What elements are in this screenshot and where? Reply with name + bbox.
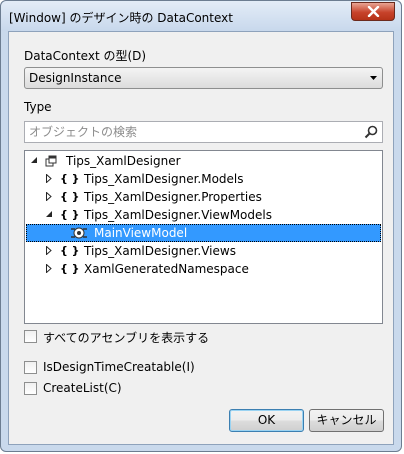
chevron-down-icon [370, 76, 377, 80]
tree-item-tips-xamldesigner[interactable]: Tips_XamlDesigner [26, 152, 381, 170]
close-button[interactable] [351, 2, 395, 21]
object-search-input[interactable] [27, 123, 359, 141]
tree-item-label: XamlGeneratedNamespace [84, 262, 249, 276]
tree-item-label: Tips_XamlDesigner.ViewModels [84, 208, 272, 222]
tree-item-label: Tips_XamlDesigner.Views [84, 244, 236, 258]
tree-item-models[interactable]: { } Tips_XamlDesigner.Models [26, 170, 381, 188]
title-bar[interactable]: [Window] のデザイン時の DataContext [1, 1, 401, 31]
type-tree[interactable]: Tips_XamlDesigner { } Tips_XamlDesigner.… [24, 150, 383, 324]
is-design-time-creatable-checkbox[interactable] [24, 361, 37, 374]
expanded-triangle-icon[interactable] [31, 157, 38, 164]
show-all-assemblies-checkbox[interactable] [24, 330, 37, 343]
dialog-content: DataContext の型(D) DesignInstance Type オブ… [8, 31, 394, 445]
collapsed-triangle-icon[interactable] [46, 246, 52, 255]
create-list-label[interactable]: CreateList(C) [43, 381, 122, 395]
object-search-box [24, 121, 383, 143]
show-all-assemblies-label[interactable]: すべてのアセンブリを表示する [43, 329, 209, 346]
datacontext-type-value: DesignInstance [29, 71, 122, 85]
datacontext-type-dropdown[interactable]: DesignInstance [24, 67, 383, 89]
namespace-braces-icon: { } [60, 190, 80, 203]
ok-button[interactable]: OK [229, 409, 304, 432]
tree-item-label: Tips_XamlDesigner [66, 154, 181, 168]
datacontext-type-label: DataContext の型(D) [24, 49, 147, 63]
namespace-braces-icon: { } [60, 208, 80, 221]
collapsed-triangle-icon[interactable] [46, 174, 52, 183]
namespace-braces-icon: { } [60, 262, 80, 275]
create-list-checkbox[interactable] [24, 382, 37, 395]
search-icon[interactable] [364, 125, 378, 139]
tree-item-label: MainViewModel [94, 226, 188, 240]
namespace-root-icon [45, 155, 57, 167]
collapsed-triangle-icon[interactable] [46, 264, 52, 273]
dialog-window: [Window] のデザイン時の DataContext DataContext… [0, 0, 402, 452]
window-title: [Window] のデザイン時の DataContext [9, 11, 233, 25]
expanded-triangle-icon[interactable] [46, 211, 53, 218]
cancel-button[interactable]: キャンセル [309, 409, 384, 432]
type-label: Type [24, 100, 52, 114]
tree-item-label: Tips_XamlDesigner.Models [84, 172, 244, 186]
tree-item-viewmodels[interactable]: { } Tips_XamlDesigner.ViewModels [26, 206, 381, 224]
namespace-braces-icon: { } [60, 172, 80, 185]
tree-item-mainviewmodel[interactable]: MainViewModel [26, 224, 381, 242]
tree-item-properties[interactable]: { } Tips_XamlDesigner.Properties [26, 188, 381, 206]
tree-item-views[interactable]: { } Tips_XamlDesigner.Views [26, 242, 381, 260]
tree-item-label: Tips_XamlDesigner.Properties [84, 190, 262, 204]
namespace-braces-icon: { } [60, 244, 80, 257]
tree-item-xamlgeneratednamespace[interactable]: { } XamlGeneratedNamespace [26, 260, 381, 278]
close-icon [367, 6, 380, 17]
collapsed-triangle-icon[interactable] [46, 192, 52, 201]
class-icon [71, 227, 87, 239]
is-design-time-creatable-label[interactable]: IsDesignTimeCreatable(I) [43, 360, 195, 374]
